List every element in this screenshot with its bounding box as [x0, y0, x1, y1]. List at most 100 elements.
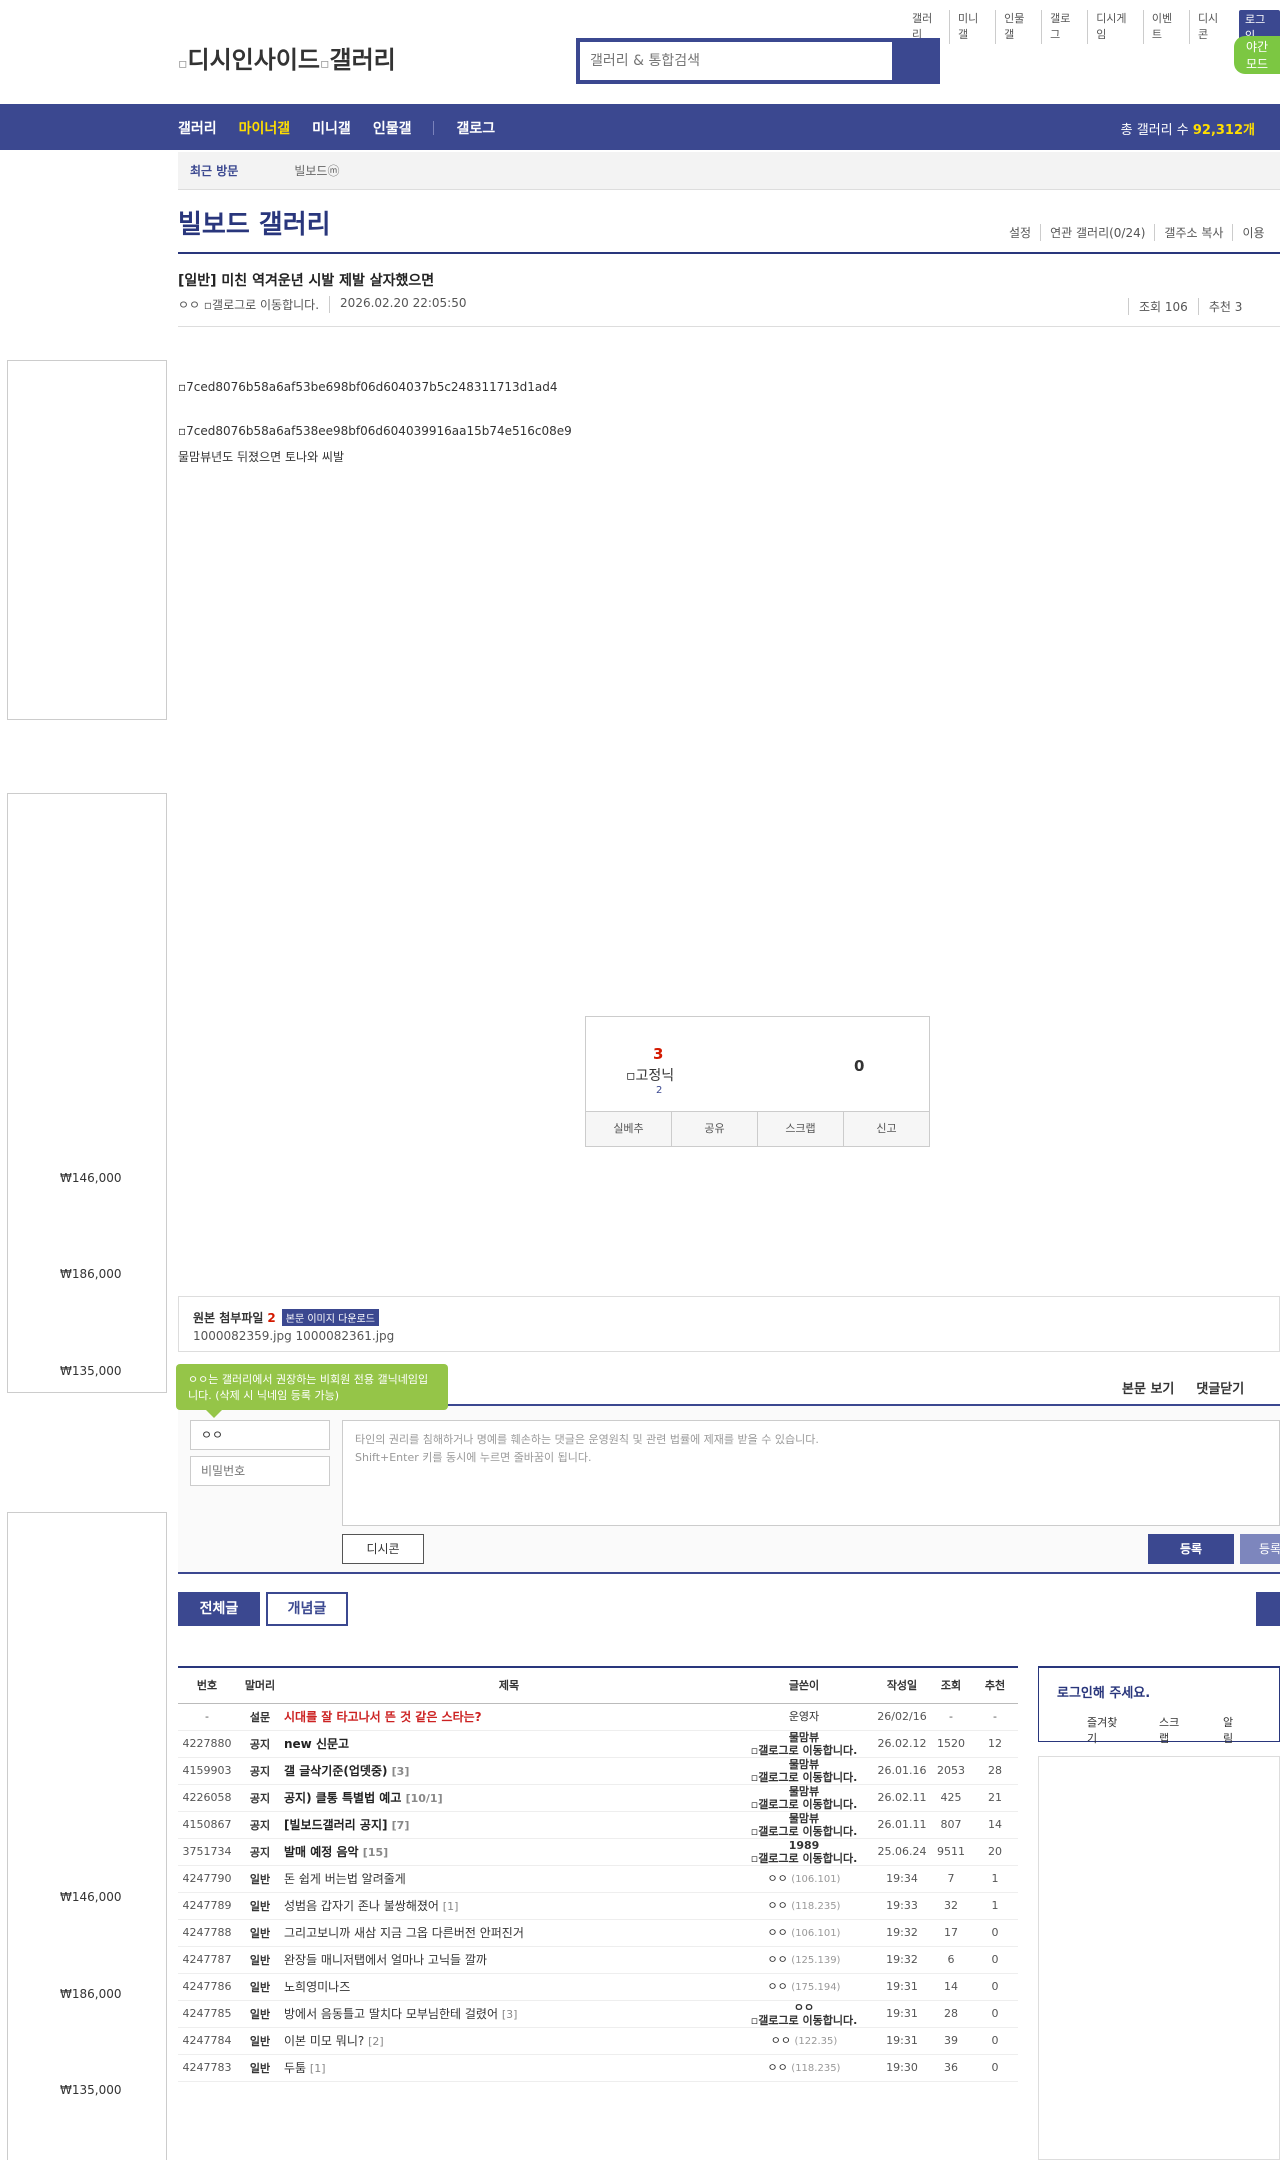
- reply-count[interactable]: [2]: [368, 2035, 384, 2048]
- recent-visit-item[interactable]: 빌보드ⓜ: [294, 162, 339, 179]
- gallog-icon[interactable]: ▫갤로그로 이동합니다.: [751, 1825, 858, 1838]
- post-title-cell[interactable]: 두툼 [1]: [284, 2054, 734, 2082]
- post-link[interactable]: 공지) 클통 특별법 예고: [284, 1791, 401, 1805]
- reply-count[interactable]: [1]: [310, 2062, 326, 2075]
- submit-button[interactable]: 등록: [1148, 1534, 1234, 1564]
- writer-name[interactable]: ㅇㅇ: [771, 2034, 791, 2047]
- nav-gallery[interactable]: 갤러리: [178, 118, 217, 138]
- gallog-icon[interactable]: ▫갤로그로 이동합니다.: [751, 1798, 858, 1811]
- post-title-cell[interactable]: 돈 쉽게 버는법 알려줄게: [284, 1865, 734, 1893]
- table-row[interactable]: 4247787 일반 완장들 매니저탭에서 얼마나 고닉들 깔까 ㅇㅇ (125.13…: [178, 1946, 1018, 1974]
- gallog-icon[interactable]: ▫갤로그로 이동합니다.: [751, 1771, 858, 1784]
- table-row[interactable]: 4247788 일반 그리고보니까 새삼 지금 그옵 다른버전 안퍼진거 ㅇㅇ (10…: [178, 1919, 1018, 1947]
- night-mode-toggle[interactable]: 야간 모드: [1234, 36, 1280, 74]
- table-row[interactable]: 4247790 일반 돈 쉽게 버는법 알려줄게 ㅇㅇ (106.101) 19:34 7…: [178, 1865, 1018, 1893]
- recommend-down-count[interactable]: 0: [854, 1057, 864, 1075]
- reply-count[interactable]: [15]: [363, 1846, 388, 1859]
- comment-textarea[interactable]: 타인의 권리를 침해하거나 명예를 훼손하는 댓글은 운영원칙 및 관련 법률에…: [342, 1420, 1280, 1526]
- writer-name[interactable]: 물맘뷰: [789, 1812, 819, 1825]
- writer-name[interactable]: 물맘뷰: [789, 1731, 819, 1744]
- post-title-cell[interactable]: 갤 글삭기준(업뎃중) [3]: [284, 1757, 734, 1785]
- writer-name[interactable]: 운영자: [789, 1710, 819, 1723]
- post-title-cell[interactable]: 시대를 잘 타고나서 뜬 것 같은 스타는?: [284, 1703, 734, 1731]
- recommend-up-count[interactable]: 3: [653, 1045, 663, 1063]
- post-link[interactable]: 시대를 잘 타고나서 뜬 것 같은 스타는?: [284, 1710, 482, 1724]
- related-gallery[interactable]: 연관 갤러리(0/24): [1040, 224, 1154, 241]
- post-title-cell[interactable]: [빌보드갤러리 공지] [7]: [284, 1811, 734, 1839]
- post-title-cell[interactable]: 그리고보니까 새삼 지금 그옵 다른버전 안퍼진거: [284, 1919, 734, 1947]
- post-link[interactable]: 두툼: [284, 2061, 306, 2075]
- gallog-icon[interactable]: ▫갤로그로 이동합니다.: [751, 1852, 858, 1865]
- download-images-button[interactable]: 본문 이미지 다운로드: [281, 1309, 379, 1326]
- table-row[interactable]: 4247784 일반 이본 미모 뭐니? [2] ㅇㅇ (122.35) 19:31 39…: [178, 2027, 1018, 2055]
- table-row[interactable]: 4227880 공지 new 신문고 물맘뷰 ▫갤로그로 이동합니다. 26.02.12 1…: [178, 1730, 1018, 1758]
- gallery-usage[interactable]: 이용: [1232, 224, 1273, 241]
- util-persongal[interactable]: 인물갤: [995, 10, 1041, 44]
- writer-name[interactable]: ㅇㅇ: [768, 1872, 788, 1885]
- util-dccon[interactable]: 디시콘: [1188, 10, 1235, 44]
- report-button[interactable]: 신고: [843, 1112, 929, 1146]
- search-button[interactable]: [892, 42, 936, 80]
- scrap-button[interactable]: 스크랩: [757, 1112, 843, 1146]
- reply-count[interactable]: [3]: [502, 2008, 518, 2021]
- copy-address[interactable]: 갤주소 복사: [1154, 224, 1232, 241]
- post-link[interactable]: 발매 예정 음악: [284, 1845, 359, 1859]
- post-link[interactable]: [빌보드갤러리 공지]: [284, 1818, 387, 1832]
- tab-concept-posts[interactable]: 개념글: [266, 1592, 348, 1626]
- gallog-icon[interactable]: ▫갤로그로 이동합니다.: [751, 2014, 858, 2027]
- writer-name[interactable]: 1989: [789, 1839, 820, 1852]
- writer-name[interactable]: ㅇㅇ: [768, 1980, 788, 1993]
- util-event[interactable]: 이벤트: [1142, 10, 1189, 44]
- post-title-cell[interactable]: 방에서 음동틀고 딸치다 모부님한테 걸렸어 [3]: [284, 2000, 734, 2028]
- post-title-cell[interactable]: 노희영미나즈: [284, 1973, 734, 2001]
- gallery-settings[interactable]: 설정: [1000, 224, 1040, 241]
- nav-minigal[interactable]: 미니갤: [312, 118, 351, 138]
- writer-name[interactable]: ㅇㅇ: [768, 1926, 788, 1939]
- post-link[interactable]: 이본 미모 뭐니?: [284, 2034, 364, 2048]
- reply-count[interactable]: [7]: [392, 1819, 410, 1832]
- writer-name[interactable]: 물맘뷰: [789, 1758, 819, 1771]
- search-input[interactable]: [580, 42, 892, 80]
- write-button[interactable]: [1256, 1592, 1280, 1626]
- reply-count[interactable]: [1]: [443, 1900, 459, 1913]
- post-link[interactable]: new 신문고: [284, 1737, 349, 1751]
- table-row[interactable]: 4159903 공지 갤 글삭기준(업뎃중) [3] 물맘뷰 ▫갤로그로 이동합니다. 2…: [178, 1757, 1018, 1785]
- util-dcgame[interactable]: 디시게임: [1087, 10, 1143, 44]
- sidebar-ad[interactable]: [1038, 1756, 1280, 2160]
- nickname-input[interactable]: ㅇㅇ: [190, 1420, 330, 1450]
- ad-banner[interactable]: [7, 1512, 167, 2160]
- util-minigal[interactable]: 미니갤: [949, 10, 995, 44]
- post-author[interactable]: ㅇㅇ: [178, 296, 200, 313]
- post-link[interactable]: 방에서 음동틀고 딸치다 모부님한테 걸렸어: [284, 2007, 498, 2021]
- share-button[interactable]: 공유: [671, 1112, 757, 1146]
- post-title-cell[interactable]: 발매 예정 음악 [15]: [284, 1838, 734, 1866]
- tab-all-posts[interactable]: 전체글: [178, 1592, 260, 1626]
- login-prompt[interactable]: 로그인해 주세요.: [1057, 1682, 1150, 1701]
- nav-minorgal[interactable]: 마이너갤: [239, 118, 291, 138]
- ad-banner[interactable]: [7, 360, 167, 720]
- table-row[interactable]: 3751734 공지 발매 예정 음악 [15] 1989 ▫갤로그로 이동합니다. 25…: [178, 1838, 1018, 1866]
- writer-name[interactable]: 물맘뷰: [789, 1785, 819, 1798]
- table-row[interactable]: 4247786 일반 노희영미나즈 ㅇㅇ (175.194) 19:31 14 0: [178, 1973, 1018, 2001]
- ad-banner[interactable]: [7, 793, 167, 1393]
- notifications-link[interactable]: 알림: [1223, 1714, 1239, 1746]
- real-best-button[interactable]: 실베추: [586, 1112, 671, 1146]
- view-post-button[interactable]: 본문 보기: [1122, 1378, 1174, 1397]
- nav-gallog[interactable]: 갤로그: [456, 118, 495, 138]
- table-row[interactable]: 4150867 공지 [빌보드갤러리 공지] [7] 물맘뷰 ▫갤로그로 이동합니다. 2…: [178, 1811, 1018, 1839]
- post-title-cell[interactable]: new 신문고: [284, 1730, 734, 1758]
- password-input[interactable]: [190, 1456, 330, 1486]
- post-title-cell[interactable]: 이본 미모 뭐니? [2]: [284, 2027, 734, 2055]
- table-row[interactable]: - 설문 시대를 잘 타고나서 뜬 것 같은 스타는? 운영자 26/02/16- -: [178, 1703, 1018, 1731]
- post-link[interactable]: 성범음 갑자기 존나 불쌍해졌어: [284, 1899, 439, 1913]
- writer-name[interactable]: ㅇㅇ: [768, 2061, 788, 2074]
- table-row[interactable]: 4247783 일반 두툼 [1] ㅇㅇ (118.235) 19:30 36 0: [178, 2054, 1018, 2082]
- table-row[interactable]: 4226058 공지 공지) 클통 특별법 예고 [10/1] 물맘뷰 ▫갤로그로 이동…: [178, 1784, 1018, 1812]
- gallery-title[interactable]: 빌보드 갤러리: [178, 204, 331, 241]
- writer-name[interactable]: ㅇㅇ: [768, 1899, 788, 1912]
- table-row[interactable]: 4247785 일반 방에서 음동틀고 딸치다 모부님한테 걸렸어 [3] ㅇㅇ ▫갤로…: [178, 2000, 1018, 2028]
- post-link[interactable]: 돈 쉽게 버는법 알려줄게: [284, 1872, 406, 1886]
- close-comments-button[interactable]: 댓글닫기: [1196, 1378, 1244, 1397]
- post-link[interactable]: 갤 글삭기준(업뎃중): [284, 1764, 387, 1778]
- dccon-button[interactable]: 디시콘: [342, 1534, 424, 1564]
